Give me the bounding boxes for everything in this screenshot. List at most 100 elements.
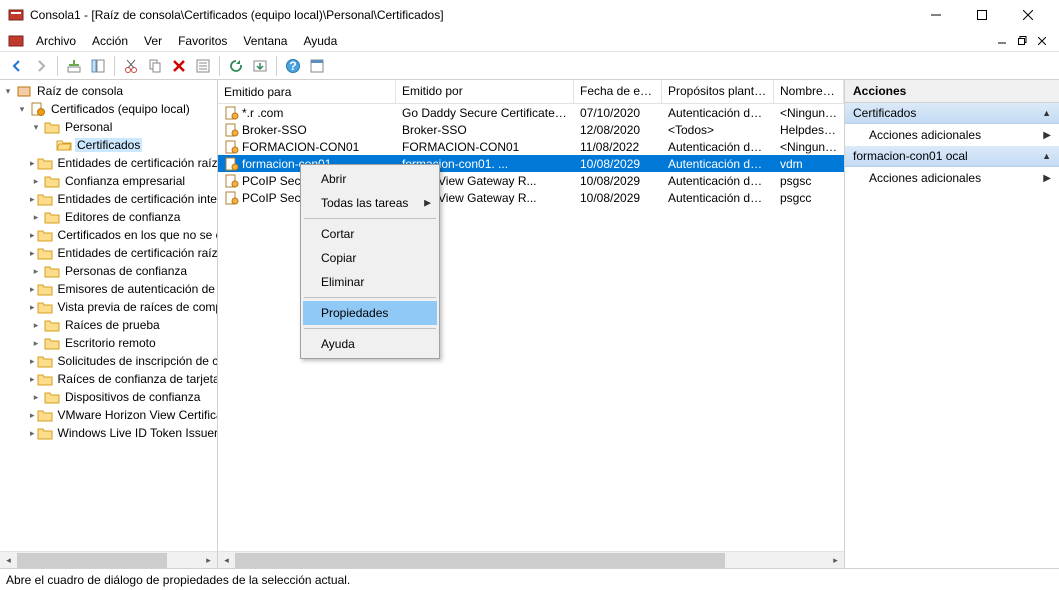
- cell-issued-to: FORMACION-CON01: [242, 140, 359, 154]
- tree-store[interactable]: ▸Editores de confianza: [0, 208, 217, 226]
- expand-icon[interactable]: ▸: [30, 229, 35, 241]
- col-emitido-para[interactable]: Emitido para: [218, 80, 396, 103]
- expand-icon[interactable]: ▸: [30, 247, 35, 259]
- cell-expires: 10/08/2029: [574, 157, 662, 171]
- show-hide-tree-button[interactable]: [87, 55, 109, 77]
- actions-group-certificados[interactable]: Certificados ▲: [845, 103, 1059, 124]
- mdi-minimize[interactable]: [993, 33, 1011, 49]
- delete-button[interactable]: [168, 55, 190, 77]
- mdi-close[interactable]: [1033, 33, 1051, 49]
- folder-icon: [44, 265, 60, 278]
- tree-certificados[interactable]: Certificados: [0, 136, 217, 154]
- expand-icon[interactable]: ▸: [30, 391, 42, 403]
- actions-item-adicionales-1[interactable]: Acciones adicionales ▶: [845, 124, 1059, 146]
- scroll-left-icon[interactable]: ◂: [218, 552, 235, 569]
- tree-store[interactable]: ▸Confianza empresarial: [0, 172, 217, 190]
- customize-button[interactable]: [306, 55, 328, 77]
- cell-friendly: <Ninguno>: [774, 106, 844, 120]
- expand-icon[interactable]: ▸: [30, 175, 42, 187]
- ctx-ayuda[interactable]: Ayuda: [303, 332, 437, 356]
- list-hscrollbar[interactable]: ◂ ▸: [218, 551, 844, 568]
- tree-store[interactable]: ▸Emisores de autenticación de clien: [0, 280, 217, 298]
- expand-icon[interactable]: ▸: [30, 157, 35, 169]
- properties-button[interactable]: [192, 55, 214, 77]
- refresh-button[interactable]: [225, 55, 247, 77]
- tree-personal[interactable]: ▾ Personal: [0, 118, 217, 136]
- menu-accion[interactable]: Acción: [84, 32, 136, 50]
- tree-store[interactable]: ▸Entidades de certificación raíz de t: [0, 244, 217, 262]
- export-list-button[interactable]: [249, 55, 271, 77]
- expand-icon[interactable]: ▸: [30, 373, 35, 385]
- collapse-icon[interactable]: ▾: [16, 103, 28, 115]
- expand-icon[interactable]: ▸: [30, 301, 35, 313]
- collapse-up-icon[interactable]: ▲: [1042, 108, 1051, 118]
- expand-icon[interactable]: ▸: [30, 193, 35, 205]
- tree-cert-local[interactable]: ▾ Certificados (equipo local): [0, 100, 217, 118]
- ctx-cortar[interactable]: Cortar: [303, 222, 437, 246]
- expand-icon[interactable]: ▸: [30, 319, 42, 331]
- col-fecha[interactable]: Fecha de expir...: [574, 80, 662, 103]
- list-row[interactable]: Broker-SSOBroker-SSO12/08/2020<Todos>Hel…: [218, 121, 844, 138]
- minimize-button[interactable]: [913, 0, 959, 30]
- col-nombre[interactable]: Nombre desc: [774, 80, 844, 103]
- tree-store[interactable]: ▸Dispositivos de confianza: [0, 388, 217, 406]
- col-propositos[interactable]: Propósitos plantea...: [662, 80, 774, 103]
- ctx-copiar[interactable]: Copiar: [303, 246, 437, 270]
- tree-store[interactable]: ▸Certificados en los que no se confí: [0, 226, 217, 244]
- actions-group-selected[interactable]: formacion-con01 ocal ▲: [845, 146, 1059, 167]
- expand-icon[interactable]: ▸: [30, 427, 35, 439]
- menu-favoritos[interactable]: Favoritos: [170, 32, 235, 50]
- tree-store[interactable]: ▸Entidades de certificación raíz de c: [0, 154, 217, 172]
- certificate-icon: [224, 122, 240, 138]
- tree-store[interactable]: ▸Solicitudes de inscripción de certifi: [0, 352, 217, 370]
- tree-store[interactable]: ▸Escritorio remoto: [0, 334, 217, 352]
- tree-root[interactable]: ▾ Raíz de consola: [0, 82, 217, 100]
- scroll-thumb[interactable]: [17, 553, 167, 568]
- expand-icon[interactable]: ▸: [30, 355, 35, 367]
- tree-store[interactable]: ▸Entidades de certificación intermed: [0, 190, 217, 208]
- ctx-todas-tareas[interactable]: Todas las tareas ▶: [303, 191, 437, 215]
- menu-ayuda[interactable]: Ayuda: [295, 32, 345, 50]
- tree-store[interactable]: ▸Windows Live ID Token Issuer: [0, 424, 217, 442]
- list-row[interactable]: FORMACION-CON01FORMACION-CON0111/08/2022…: [218, 138, 844, 155]
- scroll-thumb[interactable]: [235, 553, 725, 568]
- scroll-right-icon[interactable]: ▸: [200, 552, 217, 569]
- maximize-button[interactable]: [959, 0, 1005, 30]
- menu-archivo[interactable]: Archivo: [28, 32, 84, 50]
- mdi-restore[interactable]: [1013, 33, 1031, 49]
- collapse-icon[interactable]: ▾: [2, 85, 14, 97]
- expand-icon[interactable]: ▸: [30, 409, 35, 421]
- scroll-right-icon[interactable]: ▸: [827, 552, 844, 569]
- scroll-left-icon[interactable]: ◂: [0, 552, 17, 569]
- ctx-eliminar[interactable]: Eliminar: [303, 270, 437, 294]
- copy-button[interactable]: [144, 55, 166, 77]
- forward-button[interactable]: [30, 55, 52, 77]
- expand-icon[interactable]: ▸: [30, 283, 35, 295]
- tree-store[interactable]: ▸Raíces de prueba: [0, 316, 217, 334]
- ctx-abrir[interactable]: Abrir: [303, 167, 437, 191]
- help-button[interactable]: ?: [282, 55, 304, 77]
- back-button[interactable]: [6, 55, 28, 77]
- certificate-icon: [224, 139, 240, 155]
- expand-icon[interactable]: ▸: [30, 265, 42, 277]
- chevron-right-icon: ▶: [1043, 130, 1051, 141]
- menu-ventana[interactable]: Ventana: [235, 32, 295, 50]
- cell-issued-to: Broker-SSO: [242, 123, 307, 137]
- expand-icon[interactable]: ▸: [30, 337, 42, 349]
- col-emitido-por[interactable]: Emitido por: [396, 80, 574, 103]
- ctx-propiedades[interactable]: Propiedades: [303, 301, 437, 325]
- actions-item-adicionales-2[interactable]: Acciones adicionales ▶: [845, 167, 1059, 189]
- menu-ver[interactable]: Ver: [136, 32, 170, 50]
- close-button[interactable]: [1005, 0, 1051, 30]
- cut-button[interactable]: [120, 55, 142, 77]
- tree-store[interactable]: ▸Personas de confianza: [0, 262, 217, 280]
- tree-store[interactable]: ▸Raíces de confianza de tarjetas inte: [0, 370, 217, 388]
- collapse-icon[interactable]: ▾: [30, 121, 42, 133]
- collapse-up-icon[interactable]: ▲: [1042, 151, 1051, 161]
- tree-hscrollbar[interactable]: ◂ ▸: [0, 551, 217, 568]
- expand-icon[interactable]: ▸: [30, 211, 42, 223]
- tree-store[interactable]: ▸Vista previa de raíces de compilaci: [0, 298, 217, 316]
- up-button[interactable]: [63, 55, 85, 77]
- list-row[interactable]: *.r .comGo Daddy Secure Certificate Auth…: [218, 104, 844, 121]
- tree-store[interactable]: ▸VMware Horizon View Certificates: [0, 406, 217, 424]
